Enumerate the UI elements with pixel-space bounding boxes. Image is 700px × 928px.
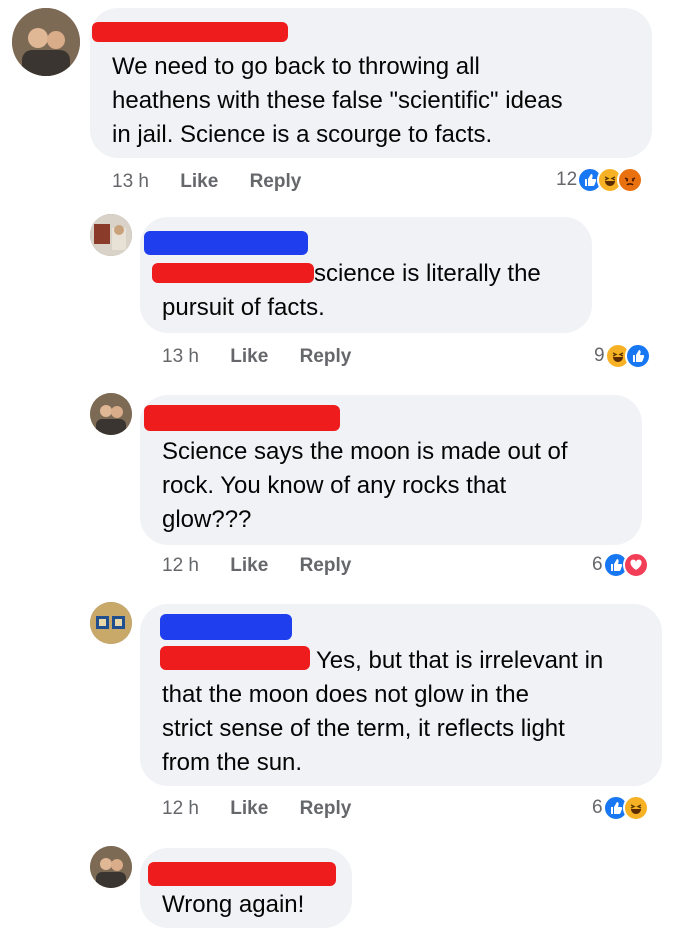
reaction-count: 6 (592, 554, 603, 575)
reaction-count: 12 (556, 169, 578, 190)
angry-reaction-icon (617, 167, 644, 193)
reactions[interactable]: 6 (592, 794, 649, 822)
comment-bubble: Wrong again! (140, 848, 352, 928)
like-button[interactable]: Like (230, 555, 268, 576)
reply-button[interactable]: Reply (300, 555, 352, 576)
reactions[interactable]: 9 (594, 342, 651, 370)
comment-text: Yes, but that is irrelevant in (316, 647, 604, 674)
like-button[interactable]: Like (230, 346, 268, 367)
redacted-name (160, 614, 292, 640)
reply-button[interactable]: Reply (250, 171, 302, 192)
comment-text: We need to go back to throwing all heath… (112, 53, 563, 148)
like-reaction-icon (624, 343, 651, 369)
comment-bubble: Yes, but that is irrelevant in that the … (140, 604, 662, 786)
avatar[interactable] (90, 214, 132, 256)
comment-text: Wrong again! (162, 891, 305, 918)
like-button[interactable]: Like (180, 171, 218, 192)
comment-bubble: We need to go back to throwing all heath… (90, 8, 652, 158)
reply-button[interactable]: Reply (300, 798, 352, 819)
profile-photo-icon (90, 602, 132, 644)
comment-text-continued: pursuit of facts. (162, 294, 325, 321)
reactions[interactable]: 12 (556, 166, 644, 194)
like-button[interactable]: Like (230, 798, 268, 819)
redacted-name (144, 405, 340, 431)
reply-button[interactable]: Reply (300, 346, 352, 367)
redacted-name (148, 862, 336, 886)
avatar[interactable] (90, 602, 132, 644)
avatar[interactable] (90, 393, 132, 435)
reaction-count: 6 (592, 797, 603, 818)
timestamp[interactable]: 13 h (162, 346, 199, 367)
profile-photo-icon (12, 8, 80, 76)
haha-reaction-icon (622, 795, 649, 821)
reaction-count: 9 (594, 345, 605, 366)
redacted-name (144, 231, 308, 255)
comment-bubble: science is literally the pursuit of fact… (140, 217, 592, 333)
redacted-mention (160, 646, 310, 670)
timestamp[interactable]: 13 h (112, 171, 149, 192)
timestamp[interactable]: 12 h (162, 555, 199, 576)
avatar[interactable] (90, 846, 132, 888)
profile-photo-icon (90, 393, 132, 435)
profile-photo-icon (90, 846, 132, 888)
redacted-mention (152, 263, 314, 283)
redacted-name (92, 22, 288, 42)
comment-bubble: Science says the moon is made out of roc… (140, 395, 642, 545)
love-reaction-icon (622, 552, 649, 578)
comment-text-continued: that the moon does not glow in the stric… (162, 681, 565, 776)
comment-actions: 12 h Like Reply (162, 555, 377, 577)
timestamp[interactable]: 12 h (162, 798, 199, 819)
reactions[interactable]: 6 (592, 551, 649, 579)
comment-text: science is literally the (314, 260, 541, 287)
comment-actions: 13 h Like Reply (112, 171, 327, 193)
comment-text: Science says the moon is made out of roc… (162, 438, 568, 533)
comment-actions: 12 h Like Reply (162, 798, 377, 820)
avatar[interactable] (12, 8, 80, 76)
profile-photo-icon (90, 214, 132, 256)
comment-actions: 13 h Like Reply (162, 346, 377, 368)
